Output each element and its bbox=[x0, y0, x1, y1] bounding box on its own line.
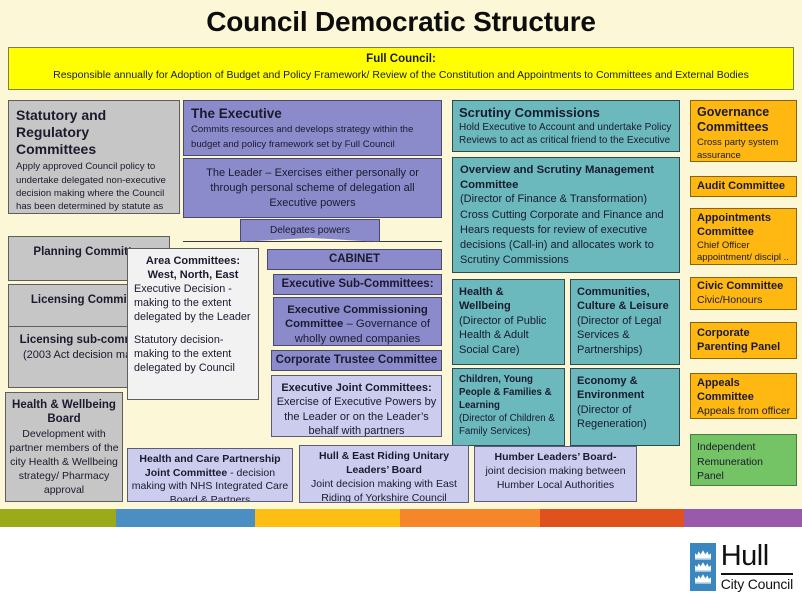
footer: Hull City Council bbox=[0, 527, 802, 607]
corporate-parenting-label: Corporate Parenting Panel bbox=[697, 327, 781, 354]
scrutiny-children-heading: Children, Young People & Families & Lear… bbox=[459, 374, 552, 411]
scrutiny-health-wellbeing-body: (Director of Public Health & Adult Socia… bbox=[459, 314, 547, 357]
appeals-heading: Appeals Committee bbox=[697, 377, 754, 403]
humber-leaders-board-box: Humber Leaders’ Board-joint decision mak… bbox=[474, 446, 637, 502]
executive-commissioning-heading: Executive Commissioning Committee – Gove… bbox=[274, 303, 441, 345]
corporate-trustee-committee-box: Corporate Trustee Committee bbox=[271, 350, 442, 371]
independent-remuneration-panel-box: Independent Remuneration Panel bbox=[690, 434, 797, 486]
the-leader-box: The Leader – Exercises either personally… bbox=[183, 158, 442, 218]
audit-committee-box: Audit Committee bbox=[690, 176, 797, 197]
area-committees-body-1: Executive Decision - making to the exten… bbox=[134, 283, 251, 324]
corporate-parenting-panel-box: Corporate Parenting Panel bbox=[690, 322, 797, 359]
governance-committees-box: Governance Committees Cross party system… bbox=[690, 100, 797, 162]
logo-hull-text: Hull bbox=[720, 540, 769, 572]
colour-bar-segment-orange bbox=[400, 509, 540, 527]
area-committees-box: Area Committees: West, North, East Execu… bbox=[127, 248, 259, 400]
appeals-body: Appeals from officer decisions bbox=[697, 404, 791, 419]
statutory-committees-box: Statutory and Regulatory Committees Appl… bbox=[8, 100, 180, 214]
executive-commissioning-committee-box: Executive Commissioning Committee – Gove… bbox=[273, 297, 442, 346]
crown-shield-icon bbox=[689, 543, 716, 591]
health-care-partnership-joint-committee-box: Health and Care Partnership Joint Commit… bbox=[127, 448, 293, 502]
slide-canvas: Council Democratic Structure Full Counci… bbox=[0, 0, 802, 519]
executive-joint-heading: Executive Joint Committees: bbox=[281, 382, 432, 394]
scrutiny-health-wellbeing-box: Health & Wellbeing (Director of Public H… bbox=[452, 279, 565, 365]
executive-joint-text: Executive Joint Committees: Exercise of E… bbox=[272, 381, 441, 437]
scrutiny-heading: Scrutiny Commissions bbox=[459, 105, 600, 120]
health-wellbeing-board-box: Health & Wellbeing Board Development wit… bbox=[5, 392, 123, 502]
scrutiny-children-young-people-box: Children, Young People & Families & Lear… bbox=[452, 368, 565, 446]
executive-sub-committees-box: Executive Sub-Committees: bbox=[273, 274, 442, 295]
logo-divider bbox=[720, 572, 793, 575]
colour-bar-segment-olive bbox=[0, 509, 116, 527]
independent-remuneration-label: Independent Remuneration Panel bbox=[697, 441, 763, 483]
scrutiny-commissions-box: Scrutiny Commissions Hold Executive to A… bbox=[452, 100, 680, 152]
health-wellbeing-board-heading: Health & Wellbeing Board bbox=[12, 399, 116, 426]
hlb-text: Humber Leaders’ Board-joint decision mak… bbox=[475, 451, 636, 493]
page-title: Council Democratic Structure bbox=[206, 6, 596, 37]
crown-icon bbox=[694, 550, 711, 560]
executive-joint-committees-box: Executive Joint Committees: Exercise of E… bbox=[271, 375, 442, 437]
executive-heading: The Executive bbox=[191, 106, 282, 121]
area-committees-heading: Area Committees: West, North, East bbox=[145, 255, 241, 282]
scrutiny-communities-body: (Director of Legal Services & Partnershi… bbox=[577, 314, 662, 357]
appointments-heading: Appointments Committee bbox=[697, 212, 771, 238]
executive-body: Commits resources and develops strategy … bbox=[191, 124, 414, 150]
scrutiny-economy-body: (Director of Regeneration) bbox=[577, 403, 647, 431]
area-committees-body-2: Statutory decision-making to the extent … bbox=[134, 334, 235, 375]
executive-box: The Executive Commits resources and deve… bbox=[183, 100, 442, 156]
scrutiny-communities-heading: Communities, Culture & Leisure bbox=[577, 286, 669, 313]
full-council-body: Responsible annually for Adoption of Bud… bbox=[53, 68, 749, 81]
delegates-powers-ribbon: Delegates powers bbox=[240, 219, 380, 242]
area-committees-spacer bbox=[134, 324, 252, 333]
statutory-body: Apply approved Council policy to underta… bbox=[16, 161, 166, 213]
appointments-body: Chief Officer appointment/ discipl .. bbox=[697, 239, 789, 263]
cabinet-label: CABINET bbox=[328, 253, 381, 265]
health-wellbeing-board-body: Development with partner members of the … bbox=[9, 427, 119, 497]
governance-body: Cross party system assurance bbox=[697, 137, 779, 161]
herul-body: Joint decision making with East Riding o… bbox=[311, 477, 457, 503]
executive-joint-body: Exercise of Executive Powers by the Lead… bbox=[276, 396, 437, 437]
herul-text: Hull & East Riding Unitary Leaders’ Boar… bbox=[300, 450, 468, 503]
logo-wordmark: Hull City Council bbox=[720, 540, 793, 592]
scrutiny-economy-heading: Economy & Environment bbox=[577, 375, 645, 402]
appointments-committee-box: Appointments Committee Chief Officer app… bbox=[690, 208, 797, 265]
hcp-text: Health and Care Partnership Joint Commit… bbox=[128, 453, 292, 501]
civic-committee-box: Civic Committee Civic/Honours bbox=[690, 277, 797, 310]
full-council-heading: Full Council: bbox=[366, 53, 436, 65]
scrutiny-body: Hold Executive to Account and undertake … bbox=[459, 121, 672, 147]
executive-sub-committees-label: Executive Sub-Committees: bbox=[281, 278, 434, 290]
logo-city-council-text: City Council bbox=[720, 575, 793, 592]
delegates-connector-line bbox=[183, 241, 442, 242]
corporate-trustee-label: Corporate Trustee Committee bbox=[275, 354, 438, 366]
scrutiny-economy-environment-box: Economy & Environment (Director of Regen… bbox=[570, 368, 680, 446]
hlb-body: joint decision making between Humber Loc… bbox=[485, 464, 626, 491]
overview-scrutiny-management-committee-box: Overview and Scrutiny Management Committ… bbox=[452, 157, 680, 273]
colour-bar-segment-purple bbox=[684, 509, 802, 527]
civic-heading: Civic Committee bbox=[697, 280, 784, 292]
statutory-heading: Statutory and Regulatory Committees bbox=[16, 107, 107, 157]
osmc-heading: Overview and Scrutiny Management Committ… bbox=[460, 164, 654, 191]
scrutiny-communities-culture-leisure-box: Communities, Culture & Leisure (Director… bbox=[570, 279, 680, 365]
cabinet-box: CABINET bbox=[267, 249, 442, 270]
hull-east-riding-unitary-leaders-board-box: Hull & East Riding Unitary Leaders’ Boar… bbox=[299, 445, 469, 503]
governance-heading: Governance Committees bbox=[697, 105, 770, 134]
brand-colour-bar bbox=[0, 509, 802, 527]
hull-city-council-logo: Hull City Council bbox=[689, 540, 793, 592]
scrutiny-health-wellbeing-heading: Health & Wellbeing bbox=[459, 286, 511, 313]
civic-body: Civic/Honours bbox=[697, 293, 763, 306]
colour-bar-segment-yellow bbox=[255, 509, 400, 527]
crown-icon bbox=[694, 562, 711, 572]
colour-bar-segment-blue bbox=[116, 509, 255, 527]
hlb-heading: Humber Leaders’ Board- bbox=[494, 451, 617, 463]
osmc-body: (Director of Finance & Transformation) C… bbox=[460, 193, 664, 267]
colour-bar-segment-red bbox=[540, 509, 684, 527]
the-leader-body: The Leader – Exercises either personally… bbox=[206, 167, 419, 209]
crown-icon bbox=[694, 574, 711, 584]
herul-heading: Hull & East Riding Unitary Leaders’ Boar… bbox=[318, 450, 450, 476]
appeals-committee-box: Appeals Committee Appeals from officer d… bbox=[690, 373, 797, 419]
full-council-box: Full Council: Responsible annually for A… bbox=[8, 47, 794, 90]
scrutiny-children-body: (Director of Children & Family Services) bbox=[459, 412, 555, 437]
audit-committee-label: Audit Committee bbox=[697, 180, 785, 192]
